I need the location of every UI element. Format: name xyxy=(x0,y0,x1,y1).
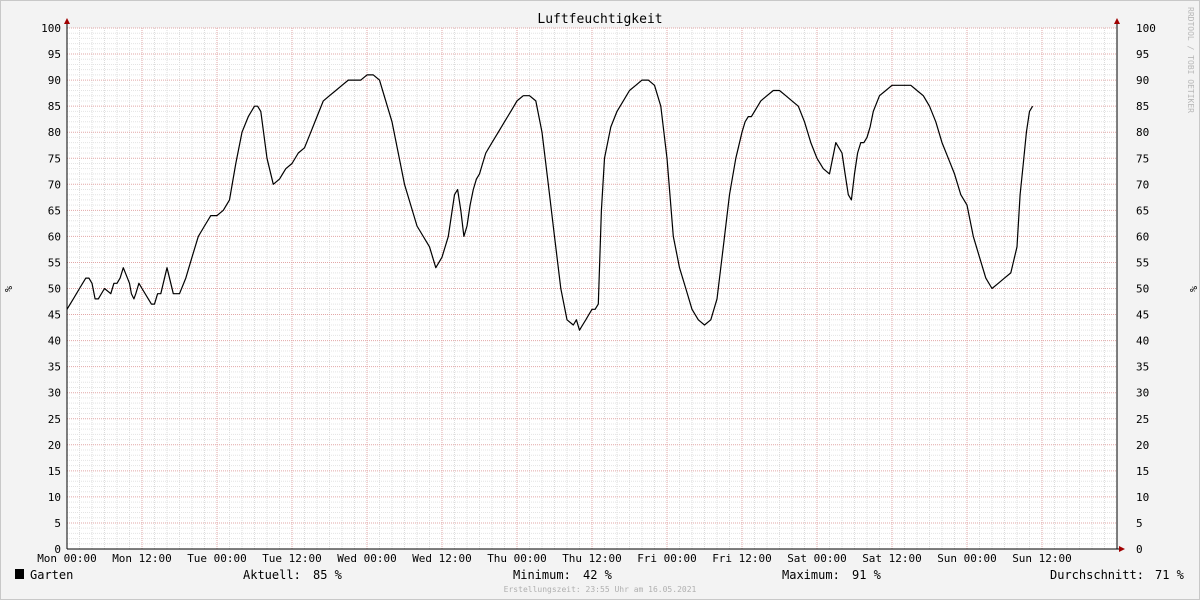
y-tick-label-left: 35 xyxy=(48,361,61,374)
y-tick-label-left: 70 xyxy=(48,178,61,191)
y-tick-label-right: 65 xyxy=(1136,204,1149,217)
y-tick-label-right: 90 xyxy=(1136,74,1149,87)
y-tick-label-left: 45 xyxy=(48,309,61,322)
y-tick-label-left: 15 xyxy=(48,465,61,478)
watermark: RRDTOOL / TOBI OETIKER xyxy=(1186,7,1195,113)
x-axis-arrow xyxy=(1119,546,1125,552)
y-axis-arrow-left xyxy=(64,18,70,24)
y-tick-label-right: 0 xyxy=(1136,543,1143,556)
y-tick-label-right: 100 xyxy=(1136,22,1156,35)
x-tick-label: Wed 00:00 xyxy=(337,552,397,565)
grid-layer xyxy=(67,27,1117,549)
y-tick-label-left: 25 xyxy=(48,413,61,426)
y-tick-label-left: 20 xyxy=(48,439,61,452)
y-tick-label-left: 65 xyxy=(48,204,61,217)
chart-title: Luftfeuchtigkeit xyxy=(537,12,662,27)
humidity-chart: 0 05 510 1015 1520 2025 2530 3035 3540 4045 4550 50… xyxy=(4,7,1198,594)
y-tick-label-left: 30 xyxy=(48,387,61,400)
x-tick-label: Mon 12:00 xyxy=(112,552,172,565)
y-tick-label-right: 45 xyxy=(1136,309,1149,322)
y-axis-label-right: % xyxy=(1187,286,1198,292)
legend-current-label: Aktuell: xyxy=(243,568,301,582)
y-tick-label-left: 60 xyxy=(48,230,61,243)
y-tick-label-right: 55 xyxy=(1136,256,1149,269)
creation-timestamp: Erstellungszeit: 23:55 Uhr am 16.05.2021 xyxy=(504,585,697,594)
y-tick-label-right: 50 xyxy=(1136,283,1149,296)
y-tick-label-left: 85 xyxy=(48,100,61,113)
y-tick-label-right: 30 xyxy=(1136,387,1149,400)
y-tick-label-right: 40 xyxy=(1136,335,1149,348)
y-axis-label-left: % xyxy=(4,286,15,292)
x-tick-label: Wed 12:00 xyxy=(412,552,472,565)
x-tick-label: Sat 12:00 xyxy=(862,552,922,565)
x-tick-label: Sun 12:00 xyxy=(1012,552,1072,565)
x-tick-label: Fri 00:00 xyxy=(637,552,697,565)
y-tick-label-right: 60 xyxy=(1136,230,1149,243)
x-tick-label: Thu 00:00 xyxy=(487,552,547,565)
x-tick-label: Fri 12:00 xyxy=(712,552,772,565)
y-tick-label-right: 70 xyxy=(1136,178,1149,191)
legend-avg-value: 71 % xyxy=(1155,568,1185,582)
legend-swatch xyxy=(15,569,24,579)
y-tick-label-right: 25 xyxy=(1136,413,1149,426)
legend-min-value: 42 % xyxy=(583,568,613,582)
y-tick-label-right: 20 xyxy=(1136,439,1149,452)
x-tick-label: Sat 00:00 xyxy=(787,552,847,565)
x-tick-label: Tue 12:00 xyxy=(262,552,322,565)
legend-max-label: Maximum: xyxy=(782,568,840,582)
y-tick-label-left: 50 xyxy=(48,283,61,296)
y-tick-label-right: 15 xyxy=(1136,465,1149,478)
y-tick-label-right: 35 xyxy=(1136,361,1149,374)
y-tick-label-left: 10 xyxy=(48,491,61,504)
y-tick-label-left: 90 xyxy=(48,74,61,87)
y-tick-label-left: 100 xyxy=(41,22,61,35)
y-axis-arrow-right xyxy=(1114,18,1120,24)
y-tick-label-right: 5 xyxy=(1136,517,1143,530)
x-tick-label: Mon 00:00 xyxy=(37,552,97,565)
y-tick-label-right: 95 xyxy=(1136,48,1149,61)
x-tick-label: Thu 12:00 xyxy=(562,552,622,565)
x-tick-label: Tue 00:00 xyxy=(187,552,247,565)
y-tick-label-left: 75 xyxy=(48,152,61,165)
legend-max-value: 91 % xyxy=(852,568,882,582)
legend-avg-label: Durchschnitt: xyxy=(1050,568,1144,582)
y-tick-label-right: 80 xyxy=(1136,126,1149,139)
y-tick-label-right: 85 xyxy=(1136,100,1149,113)
y-tick-label-left: 5 xyxy=(54,517,61,530)
y-tick-label-right: 10 xyxy=(1136,491,1149,504)
legend-current-value: 85 % xyxy=(313,568,343,582)
y-tick-label-right: 75 xyxy=(1136,152,1149,165)
y-tick-label-left: 80 xyxy=(48,126,61,139)
y-tick-label-left: 40 xyxy=(48,335,61,348)
y-tick-label-left: 95 xyxy=(48,48,61,61)
legend-series-label: Garten xyxy=(30,568,73,582)
legend-min-label: Minimum: xyxy=(513,568,571,582)
x-tick-label: Sun 00:00 xyxy=(937,552,997,565)
y-tick-label-left: 55 xyxy=(48,256,61,269)
